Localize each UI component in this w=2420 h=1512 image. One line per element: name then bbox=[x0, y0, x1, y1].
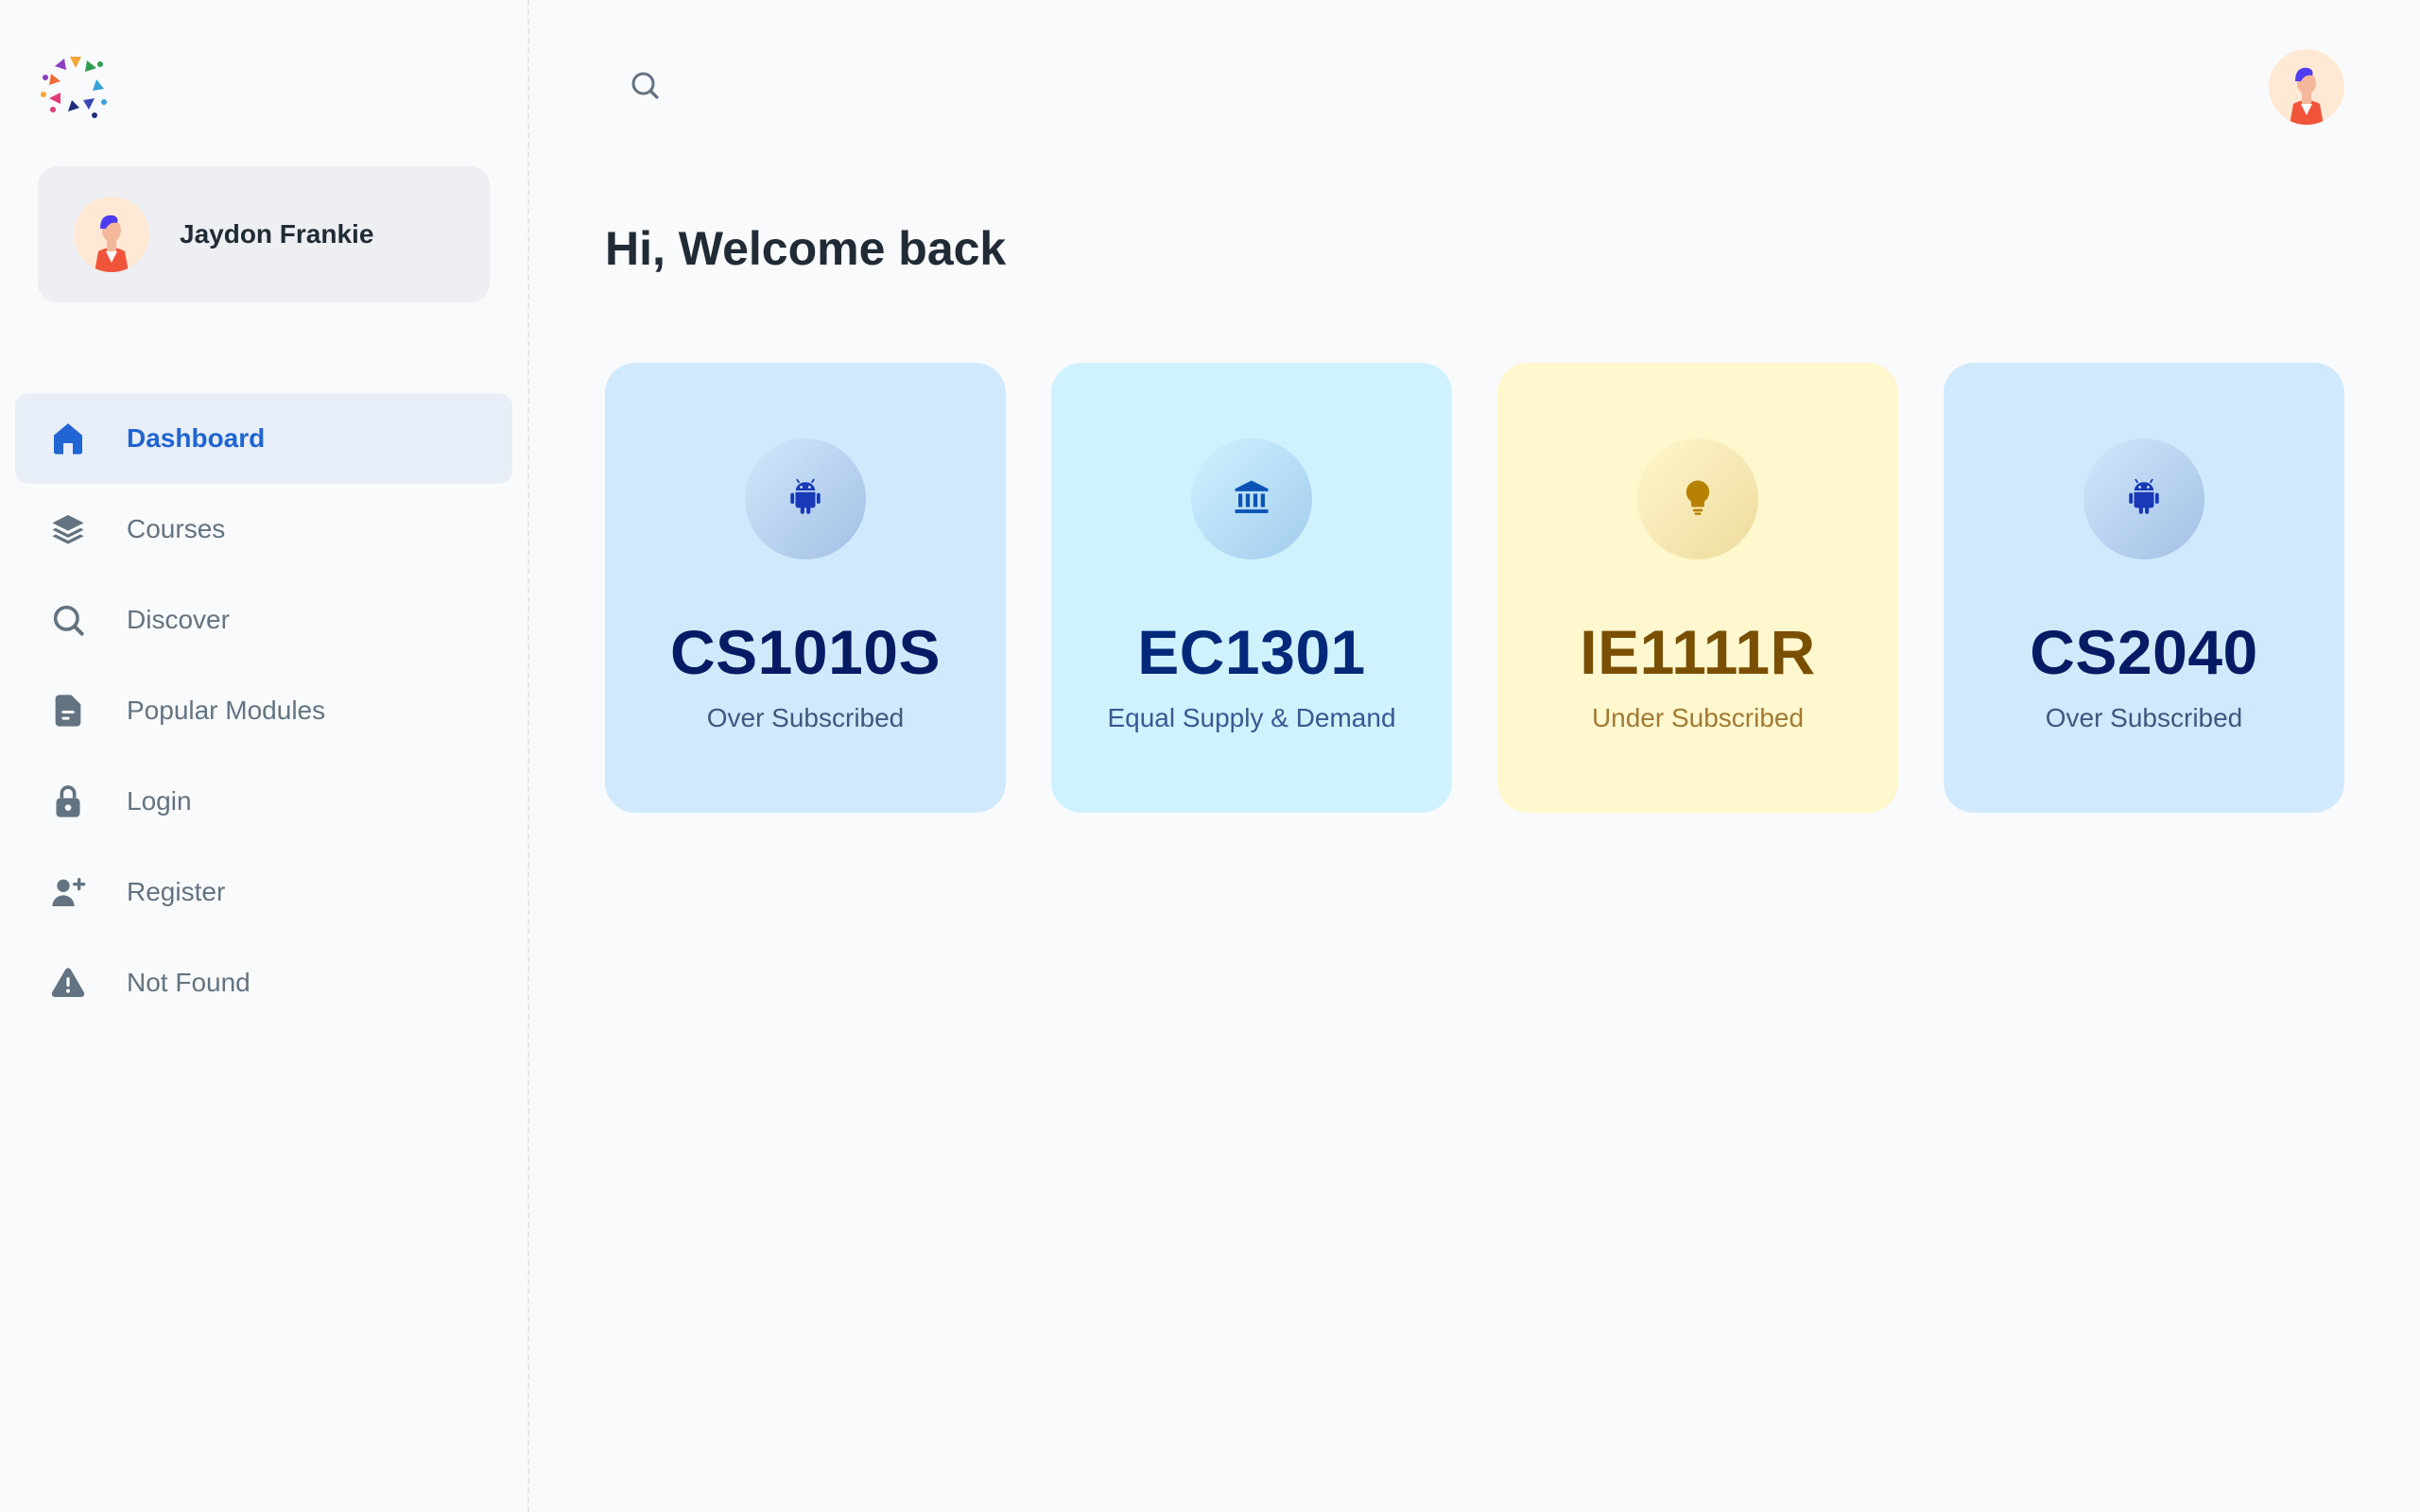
nav-label: Register bbox=[127, 877, 226, 906]
logo-icon[interactable] bbox=[34, 43, 117, 127]
nav-item-courses[interactable]: Courses bbox=[15, 484, 512, 575]
module-card[interactable]: CS1010S Over Subscribed bbox=[605, 363, 1006, 813]
nav-label: Courses bbox=[127, 514, 226, 543]
module-code: CS2040 bbox=[2030, 617, 2258, 687]
search-button[interactable] bbox=[618, 60, 671, 113]
lock-icon bbox=[49, 782, 87, 820]
nav-item-discover[interactable]: Discover bbox=[15, 575, 512, 665]
module-card[interactable]: EC1301 Equal Supply & Demand bbox=[1051, 363, 1452, 813]
nav-item-register[interactable]: Register bbox=[15, 847, 512, 937]
search-icon bbox=[49, 601, 87, 639]
file-text-icon bbox=[49, 692, 87, 730]
bank-icon bbox=[1232, 477, 1271, 522]
card-icon-circle bbox=[1637, 438, 1758, 559]
lightbulb-icon bbox=[1678, 477, 1718, 522]
nav-label: Discover bbox=[127, 605, 230, 634]
layers-icon bbox=[49, 510, 87, 548]
module-code: IE1111R bbox=[1580, 617, 1816, 687]
nav-item-not-found[interactable]: Not Found bbox=[15, 937, 512, 1028]
module-card[interactable]: IE1111R Under Subscribed bbox=[1497, 363, 1898, 813]
module-card[interactable]: CS2040 Over Subscribed bbox=[1944, 363, 2344, 813]
sidebar: Jaydon Frankie Dashboard Courses Discove… bbox=[0, 0, 529, 1512]
main-content: Hi, Welcome back CS1010S Over Subscribed… bbox=[531, 0, 2420, 1512]
alert-triangle-icon bbox=[49, 964, 87, 1002]
nav-label: Login bbox=[127, 786, 192, 816]
account-card[interactable]: Jaydon Frankie bbox=[38, 166, 490, 302]
home-icon bbox=[49, 420, 87, 457]
module-status: Over Subscribed bbox=[706, 703, 905, 732]
nav-menu: Dashboard Courses Discover Popular Modul… bbox=[15, 393, 512, 1028]
android-icon bbox=[786, 477, 825, 522]
account-name: Jaydon Frankie bbox=[180, 219, 374, 249]
module-status: Over Subscribed bbox=[2045, 703, 2243, 732]
module-code: EC1301 bbox=[1137, 617, 1366, 687]
nav-label: Not Found bbox=[127, 968, 251, 997]
avatar bbox=[74, 197, 149, 272]
android-icon bbox=[2124, 477, 2164, 522]
module-status: Equal Supply & Demand bbox=[1107, 703, 1396, 732]
person-add-icon bbox=[49, 873, 87, 911]
search-icon bbox=[628, 68, 662, 107]
card-icon-circle bbox=[745, 438, 866, 559]
card-icon-circle bbox=[1191, 438, 1312, 559]
module-status: Under Subscribed bbox=[1591, 703, 1805, 732]
card-icon-circle bbox=[2083, 438, 2204, 559]
page-title: Hi, Welcome back bbox=[605, 222, 1007, 275]
nav-item-dashboard[interactable]: Dashboard bbox=[15, 393, 512, 484]
nav-label: Dashboard bbox=[127, 423, 266, 453]
account-avatar-button[interactable] bbox=[2269, 49, 2344, 125]
nav-item-popular-modules[interactable]: Popular Modules bbox=[15, 665, 512, 756]
avatar bbox=[2290, 67, 2324, 125]
module-code: CS1010S bbox=[669, 617, 942, 687]
nav-label: Popular Modules bbox=[127, 696, 326, 725]
nav-item-login[interactable]: Login bbox=[15, 756, 512, 847]
module-cards: CS1010S Over Subscribed EC1301 Equal Sup… bbox=[605, 363, 2344, 813]
